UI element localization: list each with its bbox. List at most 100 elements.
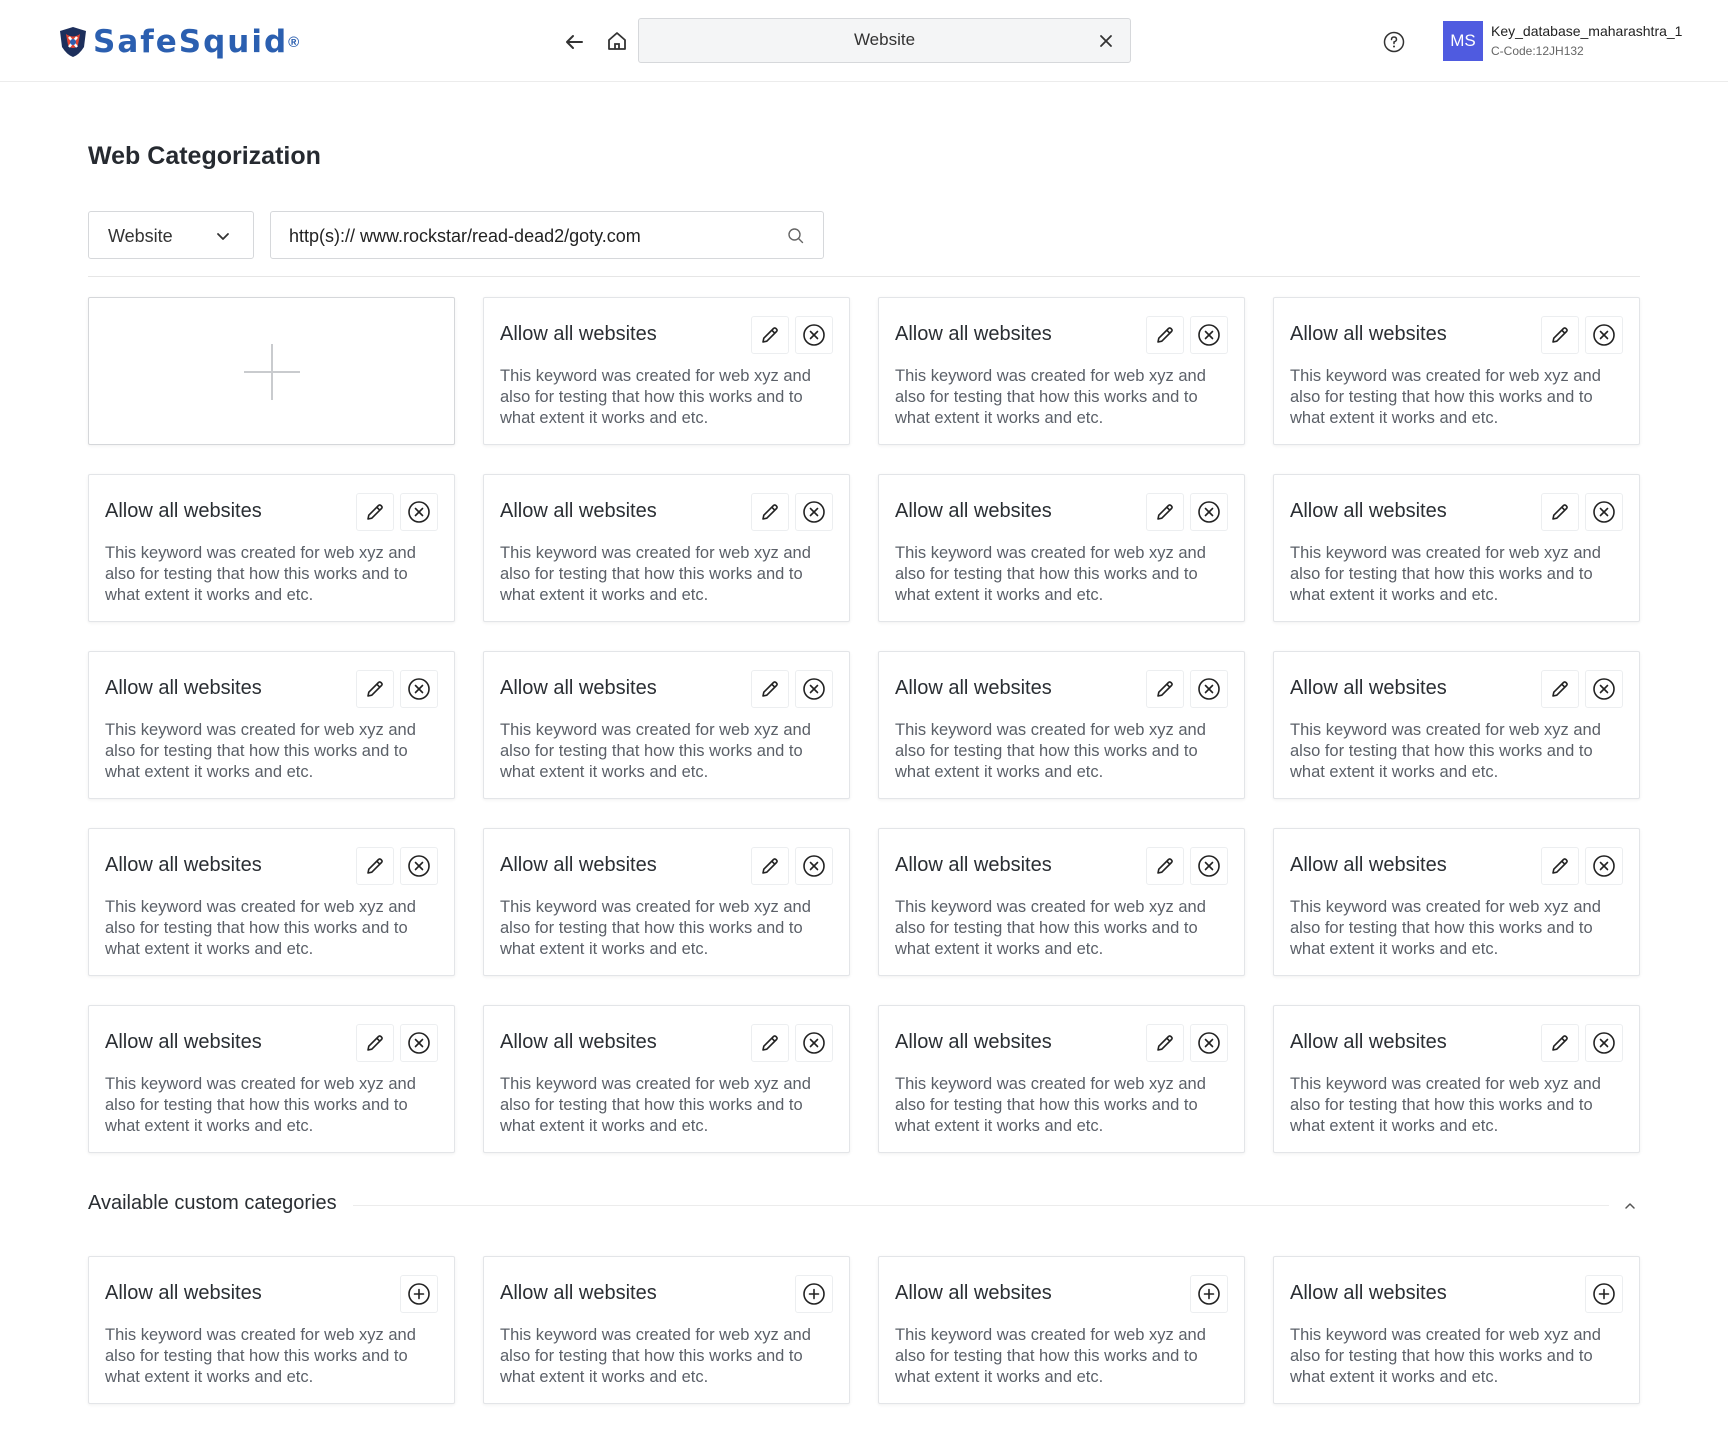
add-available-category-button[interactable] bbox=[1190, 1275, 1228, 1313]
pencil-icon bbox=[762, 327, 778, 343]
category-description: This keyword was created for web xyz and… bbox=[105, 721, 416, 781]
home-button[interactable] bbox=[603, 27, 631, 55]
edit-category-button[interactable] bbox=[751, 847, 789, 885]
category-title: Allow all websites bbox=[105, 677, 262, 699]
circle-plus-icon bbox=[408, 1283, 430, 1305]
delete-category-button[interactable] bbox=[795, 493, 833, 531]
circle-x-icon bbox=[1198, 678, 1220, 700]
circle-x-icon bbox=[1593, 324, 1615, 346]
category-description: This keyword was created for web xyz and… bbox=[895, 544, 1206, 604]
edit-category-button[interactable] bbox=[1541, 1024, 1579, 1062]
edit-category-button[interactable] bbox=[1541, 316, 1579, 354]
delete-category-button[interactable] bbox=[400, 670, 438, 708]
category-card: Allow all websites This keyword was crea… bbox=[88, 828, 455, 976]
available-category-card: Allow all websites This keyword was crea… bbox=[483, 1256, 850, 1404]
category-description: This keyword was created for web xyz and… bbox=[105, 898, 416, 958]
edit-category-button[interactable] bbox=[751, 1024, 789, 1062]
delete-category-button[interactable] bbox=[795, 847, 833, 885]
circle-x-icon bbox=[1593, 855, 1615, 877]
edit-category-button[interactable] bbox=[1541, 493, 1579, 531]
pencil-icon bbox=[762, 858, 778, 874]
pencil-icon bbox=[1157, 1035, 1173, 1051]
available-section-title: Available custom categories bbox=[88, 1192, 337, 1214]
pencil-icon bbox=[1157, 681, 1173, 697]
edit-category-button[interactable] bbox=[1146, 847, 1184, 885]
pencil-icon bbox=[1157, 504, 1173, 520]
filter-divider bbox=[88, 276, 1640, 277]
url-search-input[interactable] bbox=[289, 222, 769, 250]
edit-category-button[interactable] bbox=[751, 670, 789, 708]
help-button[interactable] bbox=[1381, 29, 1407, 55]
circle-x-icon bbox=[408, 678, 430, 700]
category-description: This keyword was created for web xyz and… bbox=[1290, 1075, 1601, 1135]
filter-type-select[interactable]: Website bbox=[88, 211, 254, 259]
collapse-section-button[interactable] bbox=[1620, 1196, 1640, 1216]
active-tab[interactable]: Website bbox=[638, 18, 1131, 63]
edit-category-button[interactable] bbox=[1146, 493, 1184, 531]
search-icon[interactable] bbox=[787, 227, 805, 245]
edit-category-button[interactable] bbox=[1146, 670, 1184, 708]
category-card: Allow all websites This keyword was crea… bbox=[88, 474, 455, 622]
circle-x-icon bbox=[803, 1032, 825, 1054]
chevron-up-icon bbox=[1625, 1203, 1635, 1209]
category-title: Allow all websites bbox=[500, 323, 657, 345]
delete-category-button[interactable] bbox=[1585, 493, 1623, 531]
delete-category-button[interactable] bbox=[1585, 670, 1623, 708]
add-available-category-button[interactable] bbox=[1585, 1275, 1623, 1313]
edit-category-button[interactable] bbox=[1541, 847, 1579, 885]
filter-type-value: Website bbox=[108, 226, 173, 246]
category-card: Allow all websites This keyword was crea… bbox=[1273, 651, 1640, 799]
chevron-down-icon bbox=[215, 228, 231, 244]
category-title: Allow all websites bbox=[1290, 1031, 1447, 1053]
delete-category-button[interactable] bbox=[1190, 316, 1228, 354]
category-title: Allow all websites bbox=[895, 500, 1052, 522]
pencil-icon bbox=[1552, 681, 1568, 697]
edit-category-button[interactable] bbox=[751, 493, 789, 531]
tab-close-button[interactable] bbox=[1096, 31, 1116, 51]
category-description: This keyword was created for web xyz and… bbox=[500, 721, 811, 781]
delete-category-button[interactable] bbox=[1190, 493, 1228, 531]
delete-category-button[interactable] bbox=[1190, 1024, 1228, 1062]
delete-category-button[interactable] bbox=[400, 847, 438, 885]
edit-category-button[interactable] bbox=[1146, 316, 1184, 354]
category-title: Allow all websites bbox=[1290, 500, 1447, 522]
edit-category-button[interactable] bbox=[1146, 1024, 1184, 1062]
home-icon bbox=[608, 32, 626, 50]
delete-category-button[interactable] bbox=[400, 1024, 438, 1062]
delete-category-button[interactable] bbox=[400, 493, 438, 531]
category-description: This keyword was created for web xyz and… bbox=[1290, 367, 1601, 427]
circle-x-icon bbox=[1198, 501, 1220, 523]
category-title: Allow all websites bbox=[895, 1031, 1052, 1053]
circle-x-icon bbox=[803, 678, 825, 700]
logo-registered-mark: ® bbox=[288, 33, 300, 51]
edit-category-button[interactable] bbox=[356, 670, 394, 708]
category-grid: Allow all websites This keyword was crea… bbox=[88, 297, 1640, 1153]
delete-category-button[interactable] bbox=[1585, 1024, 1623, 1062]
category-title: Allow all websites bbox=[895, 854, 1052, 876]
add-available-category-button[interactable] bbox=[795, 1275, 833, 1313]
delete-category-button[interactable] bbox=[1190, 847, 1228, 885]
delete-category-button[interactable] bbox=[1585, 316, 1623, 354]
delete-category-button[interactable] bbox=[795, 1024, 833, 1062]
add-category-card[interactable] bbox=[88, 297, 455, 445]
available-category-card: Allow all websites This keyword was crea… bbox=[878, 1256, 1245, 1404]
safesquid-logo[interactable]: SafeSquid ® bbox=[57, 22, 299, 62]
edit-category-button[interactable] bbox=[1541, 670, 1579, 708]
edit-category-button[interactable] bbox=[356, 847, 394, 885]
edit-category-button[interactable] bbox=[356, 1024, 394, 1062]
category-title: Allow all websites bbox=[500, 500, 657, 522]
category-title: Allow all websites bbox=[500, 677, 657, 699]
delete-category-button[interactable] bbox=[1585, 847, 1623, 885]
category-card: Allow all websites This keyword was crea… bbox=[483, 297, 850, 445]
top-header: SafeSquid ® Website MS Key_database_maha… bbox=[0, 0, 1728, 82]
user-code: C-Code:12JH132 bbox=[1491, 44, 1584, 58]
add-available-category-button[interactable] bbox=[400, 1275, 438, 1313]
delete-category-button[interactable] bbox=[795, 316, 833, 354]
user-avatar[interactable]: MS bbox=[1443, 21, 1483, 61]
edit-category-button[interactable] bbox=[356, 493, 394, 531]
edit-category-button[interactable] bbox=[751, 316, 789, 354]
delete-category-button[interactable] bbox=[795, 670, 833, 708]
back-button[interactable] bbox=[560, 28, 588, 56]
delete-category-button[interactable] bbox=[1190, 670, 1228, 708]
url-search-field[interactable] bbox=[270, 211, 824, 259]
